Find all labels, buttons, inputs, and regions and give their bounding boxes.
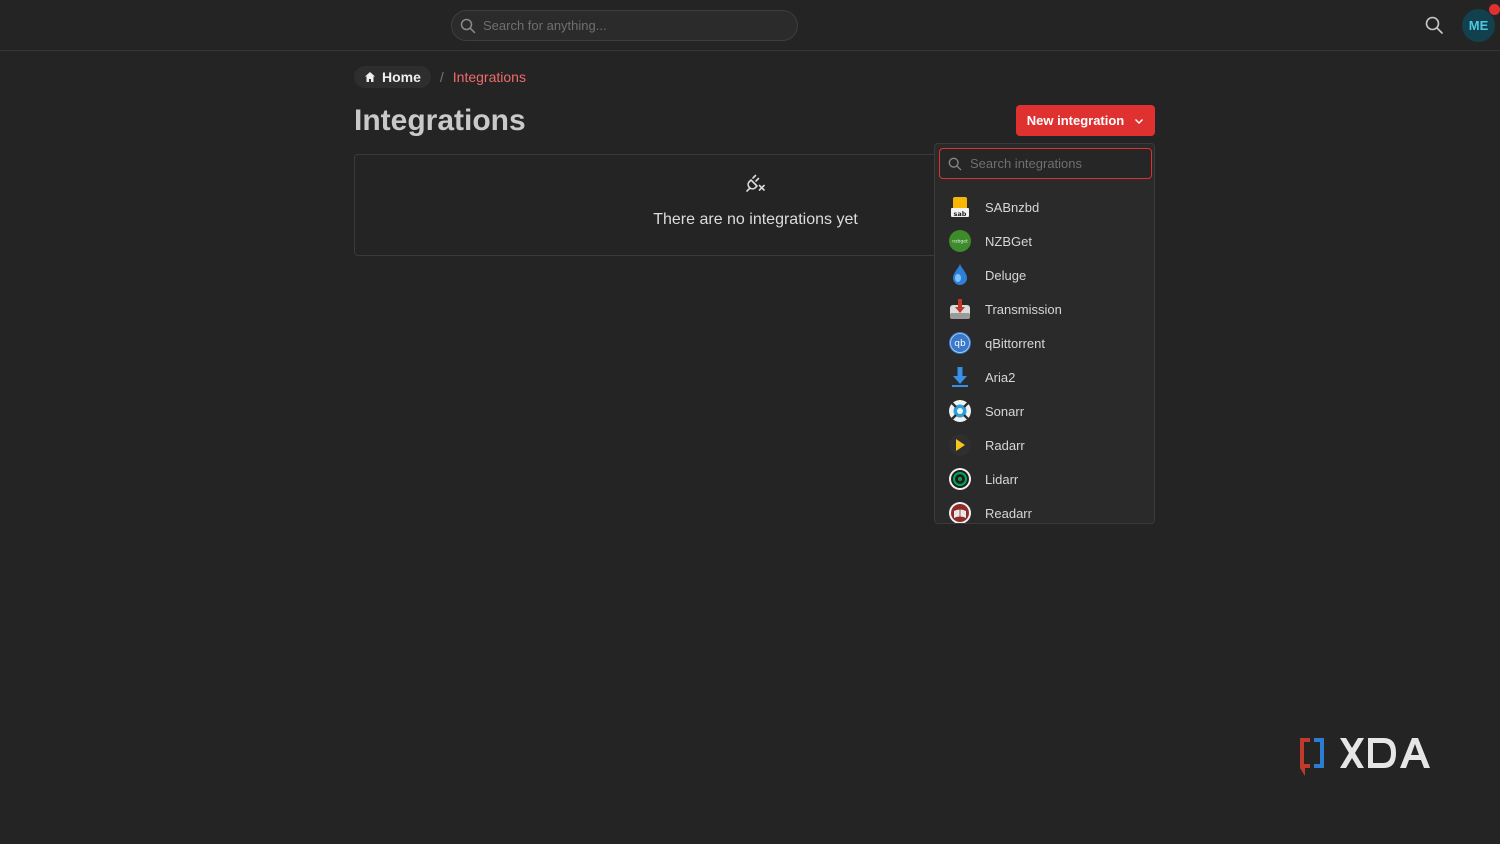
chevron-down-icon <box>1135 118 1144 124</box>
global-search-box[interactable] <box>451 10 798 41</box>
nzbget-icon: nzbget <box>949 230 971 252</box>
integration-option-readarr[interactable]: Readarr <box>935 496 1154 523</box>
deluge-icon <box>953 264 967 285</box>
integration-option-aria2[interactable]: Aria2 <box>935 360 1154 394</box>
radarr-icon <box>949 434 971 456</box>
user-avatar[interactable]: ME <box>1462 9 1495 42</box>
plug-off-icon <box>746 174 765 192</box>
integration-option-lidarr[interactable]: Lidarr <box>935 462 1154 496</box>
sonarr-icon <box>949 400 971 422</box>
breadcrumb-home[interactable]: Home <box>354 66 431 88</box>
breadcrumb-home-label: Home <box>382 69 421 85</box>
aria2-icon <box>952 367 968 387</box>
integration-option-deluge[interactable]: Deluge <box>935 258 1154 292</box>
breadcrumb: Home / Integrations <box>354 66 526 88</box>
integration-option-sabnzbd[interactable]: sab SABnzbd <box>935 190 1154 224</box>
integration-option-radarr[interactable]: Radarr <box>935 428 1154 462</box>
global-search-input[interactable] <box>483 18 783 33</box>
breadcrumb-separator: / <box>439 69 444 85</box>
page-title: Integrations <box>354 104 526 137</box>
sabnzbd-icon: sab <box>951 197 969 218</box>
integration-option-nzbget[interactable]: nzbget NZBGet <box>935 224 1154 258</box>
notification-dot <box>1489 4 1500 15</box>
new-integration-button[interactable]: New integration <box>1016 105 1155 136</box>
svg-text:sab: sab <box>954 210 967 218</box>
new-integration-label: New integration <box>1026 113 1125 128</box>
readarr-icon <box>949 502 971 523</box>
integration-dropdown: sab SABnzbd nzbget NZBGet Deluge Transmi… <box>934 143 1155 524</box>
search-icon[interactable] <box>1424 15 1444 35</box>
breadcrumb-current: Integrations <box>452 69 526 85</box>
integration-search-input[interactable] <box>970 156 1145 171</box>
xda-logo <box>1300 738 1430 776</box>
transmission-icon <box>950 299 970 319</box>
integration-option-qbittorrent[interactable]: qb qBittorrent <box>935 326 1154 360</box>
lidarr-icon <box>949 468 971 490</box>
integration-option-sonarr[interactable]: Sonarr <box>935 394 1154 428</box>
integration-search-box[interactable] <box>939 148 1152 179</box>
search-icon <box>948 157 962 170</box>
svg-text:nzbget: nzbget <box>952 239 968 245</box>
home-icon <box>365 72 375 82</box>
svg-text:qb: qb <box>954 339 966 349</box>
qbittorrent-icon: qb <box>949 332 971 354</box>
top-bar: ME <box>0 0 1500 51</box>
integration-option-transmission[interactable]: Transmission <box>935 292 1154 326</box>
search-icon <box>460 18 476 33</box>
integration-list: sab SABnzbd nzbget NZBGet Deluge Transmi… <box>935 190 1154 523</box>
